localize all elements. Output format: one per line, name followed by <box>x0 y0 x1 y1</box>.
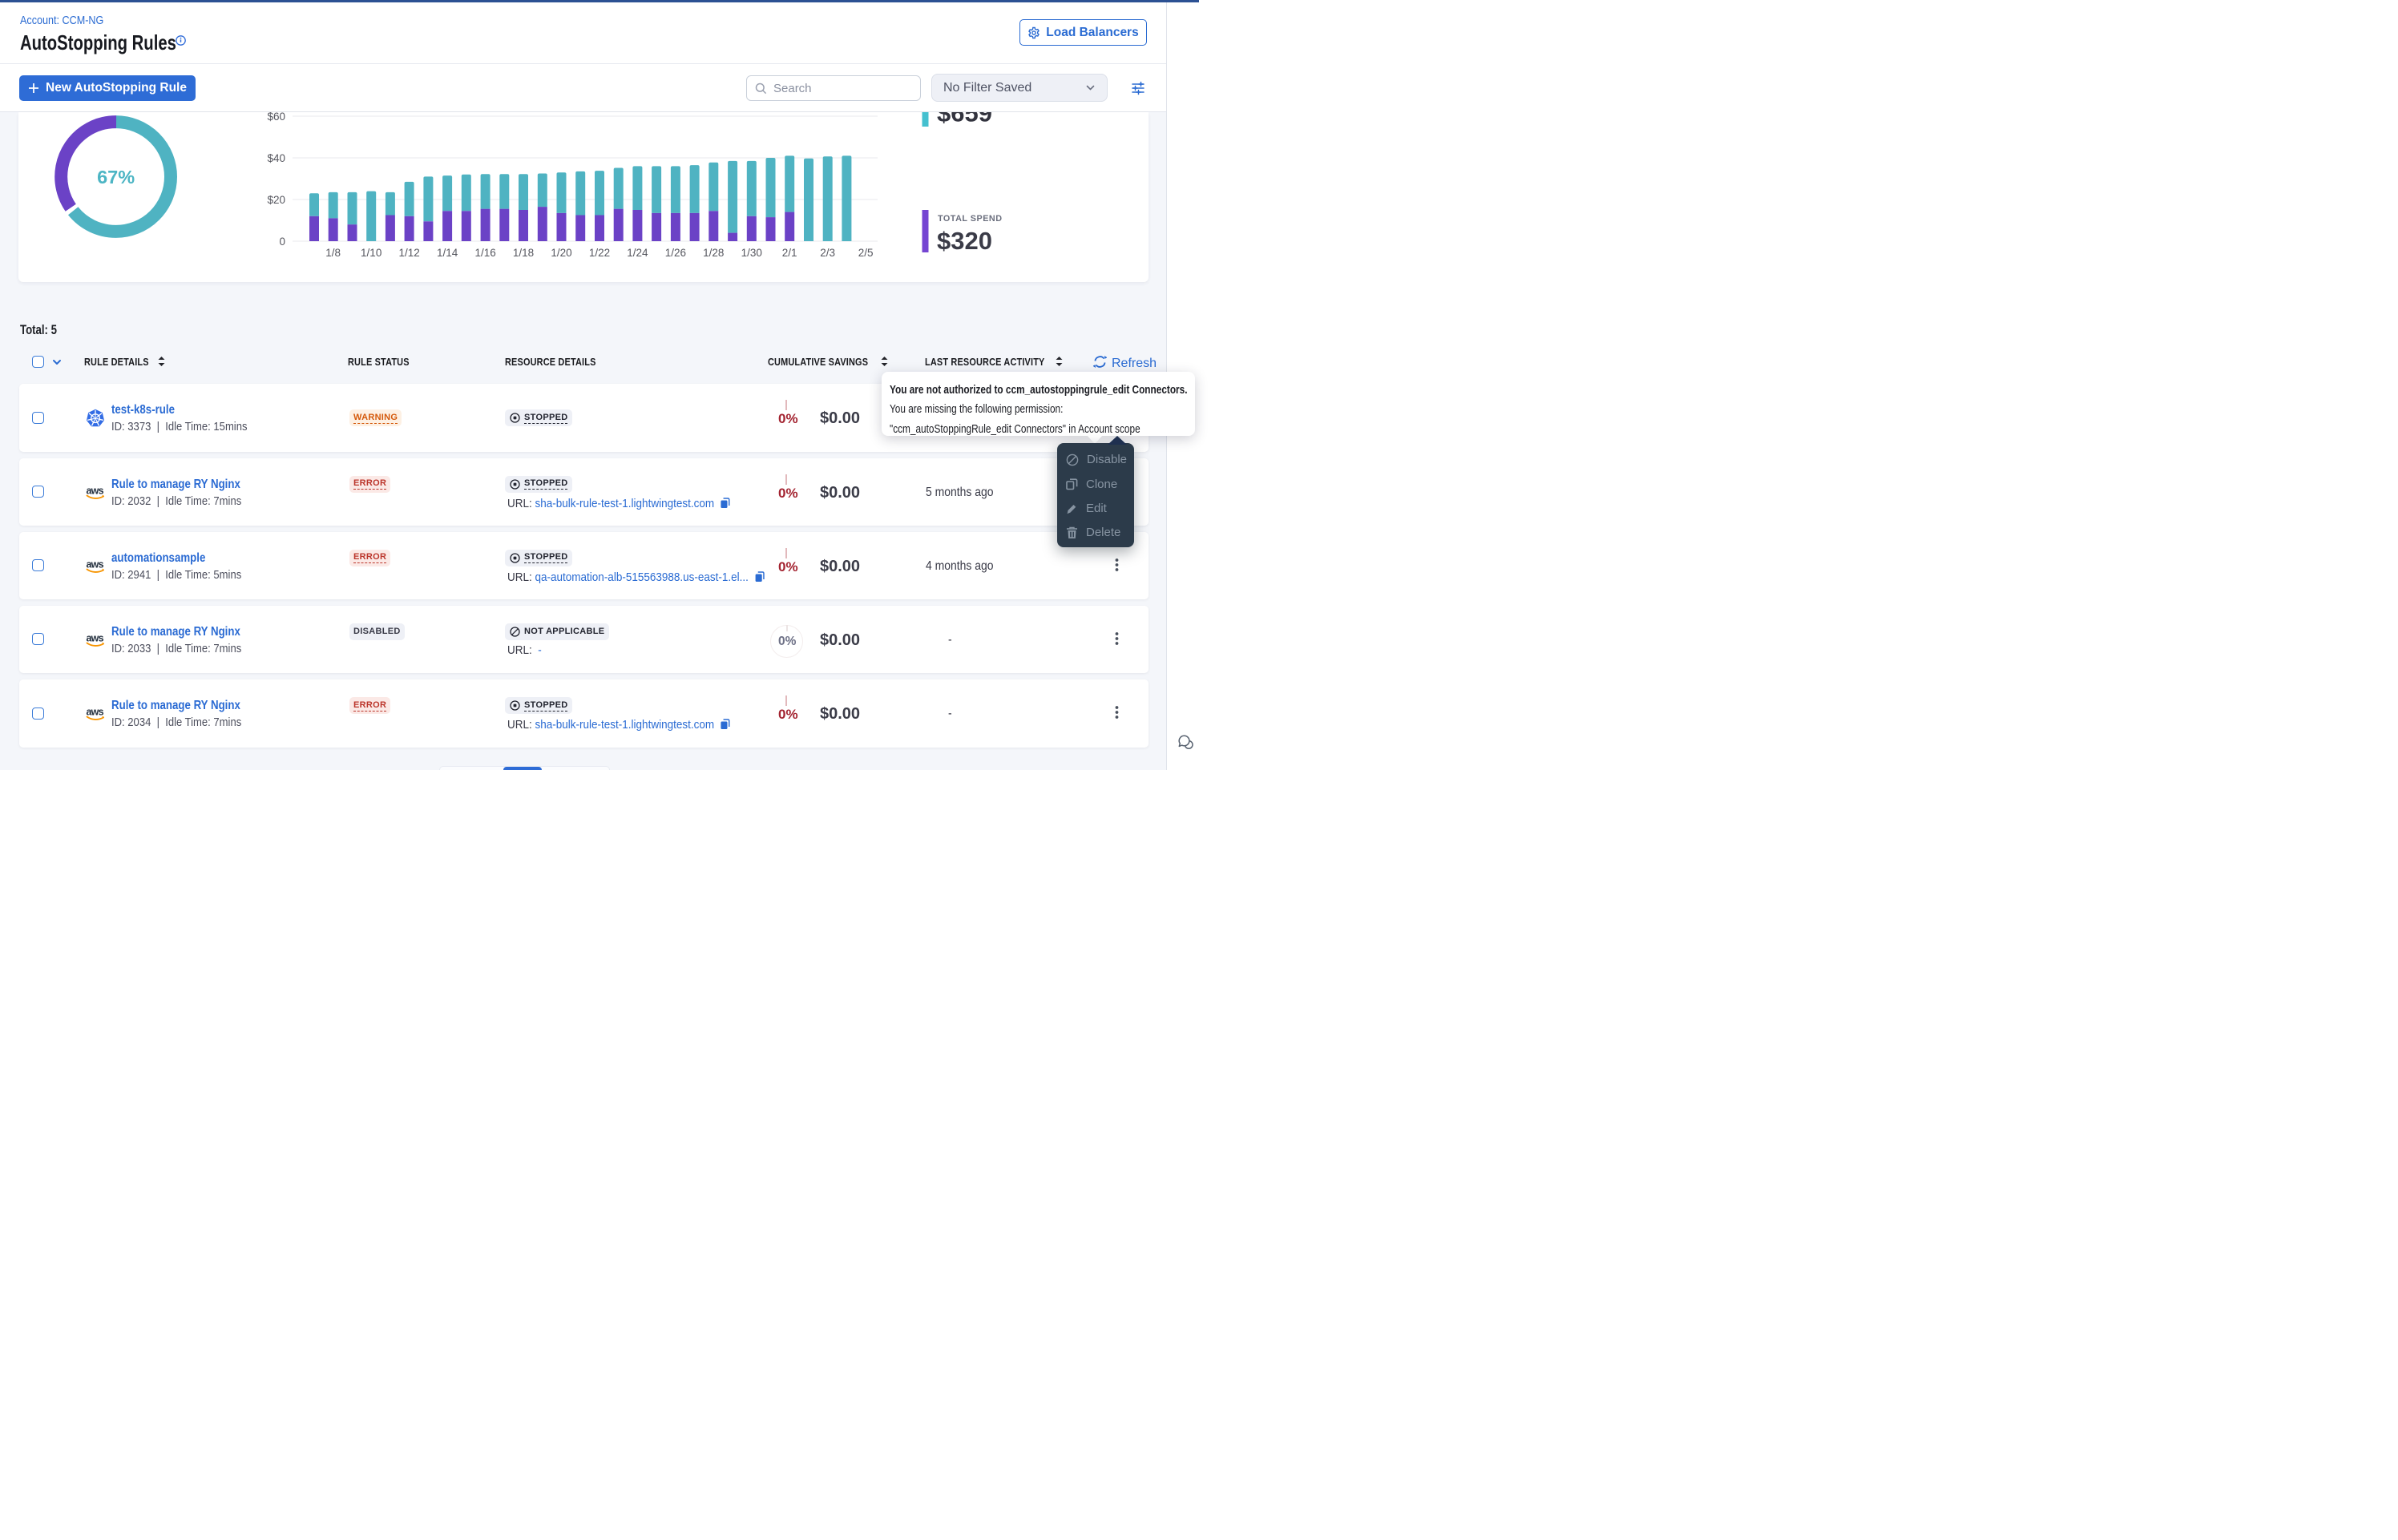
svg-text:67%: 67% <box>97 167 135 187</box>
svg-text:1/14: 1/14 <box>437 247 458 259</box>
svg-text:aws: aws <box>87 707 104 718</box>
svg-text:1/24: 1/24 <box>627 247 648 259</box>
svg-text:aws: aws <box>87 632 104 643</box>
svg-text:aws: aws <box>87 485 104 496</box>
svg-text:2/5: 2/5 <box>858 247 874 259</box>
svg-text:2/3: 2/3 <box>820 247 835 259</box>
svg-text:1/20: 1/20 <box>551 247 571 259</box>
svg-text:1/10: 1/10 <box>361 247 382 259</box>
svg-text:$60: $60 <box>267 112 285 123</box>
svg-text:$659: $659 <box>937 112 992 127</box>
svg-text:1/8: 1/8 <box>325 247 341 259</box>
svg-text:1/16: 1/16 <box>474 247 495 259</box>
svg-text:1/12: 1/12 <box>398 247 419 259</box>
svg-text:1/26: 1/26 <box>665 247 686 259</box>
svg-text:$320: $320 <box>937 227 992 255</box>
svg-text:1/18: 1/18 <box>513 247 534 259</box>
svg-text:$20: $20 <box>267 194 285 206</box>
svg-text:1/22: 1/22 <box>589 247 610 259</box>
svg-text:TOTAL SPEND: TOTAL SPEND <box>938 214 1003 224</box>
svg-text:aws: aws <box>87 558 104 570</box>
svg-text:1/28: 1/28 <box>703 247 724 259</box>
svg-text:0: 0 <box>279 236 285 248</box>
svg-text:2/1: 2/1 <box>782 247 797 259</box>
svg-text:$40: $40 <box>267 152 285 164</box>
svg-text:1/30: 1/30 <box>741 247 762 259</box>
